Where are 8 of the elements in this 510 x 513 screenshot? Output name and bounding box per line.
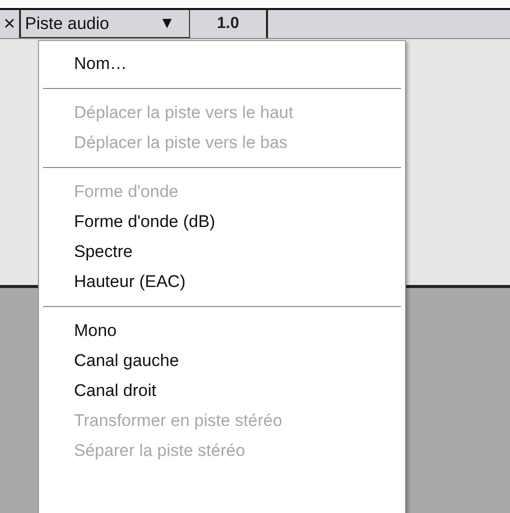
menu-item[interactable]: Hauteur (EAC): [39, 267, 405, 297]
menu-item[interactable]: Canal gauche: [39, 346, 405, 376]
track-name-dropdown[interactable]: Piste audio ▼: [20, 10, 190, 38]
menu-item[interactable]: Nom…: [39, 49, 405, 79]
menu-item[interactable]: Canal droit: [39, 376, 405, 406]
menu-item[interactable]: Mono: [39, 316, 405, 346]
menu-item[interactable]: Spectre: [39, 237, 405, 267]
menu-item[interactable]: Forme d'onde (dB): [39, 207, 405, 237]
